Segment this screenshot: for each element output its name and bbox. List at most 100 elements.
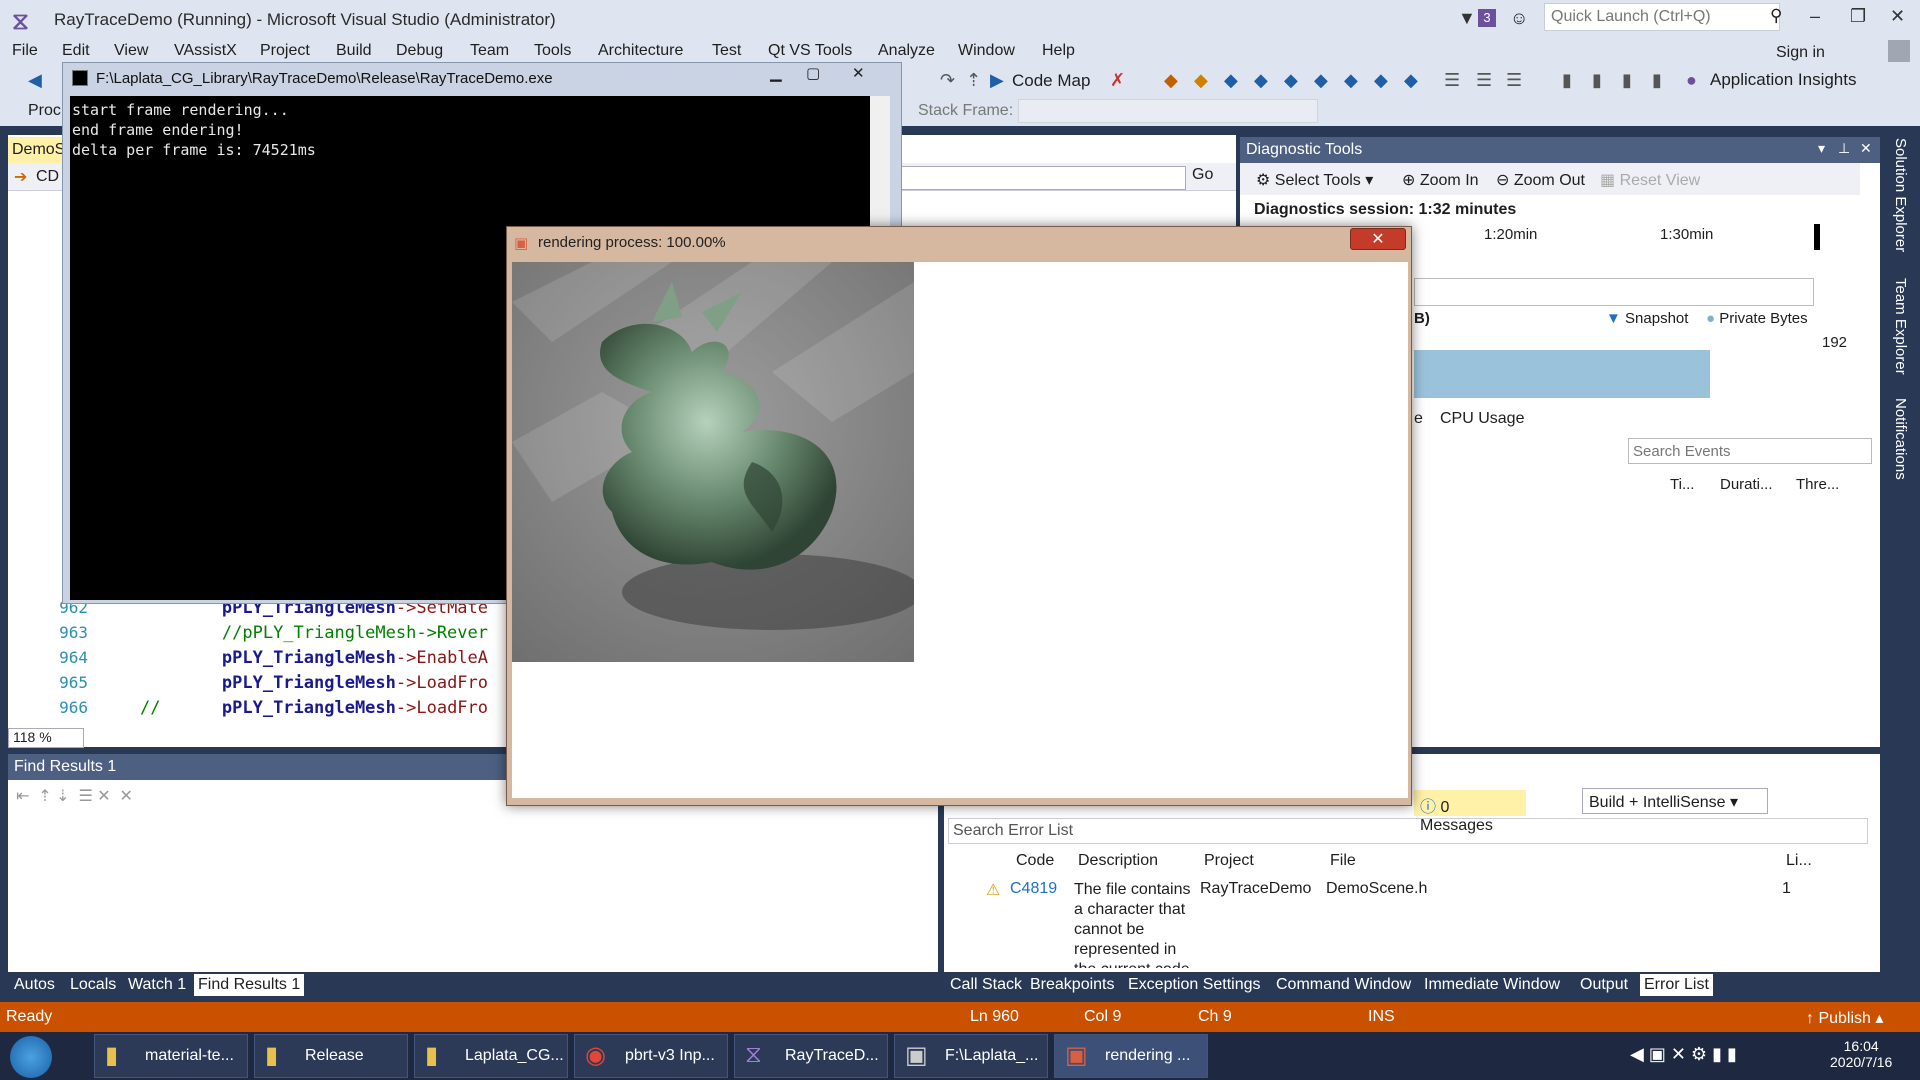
console-minimize-button[interactable]: ▁: [770, 64, 782, 82]
error-code-link[interactable]: C4819: [1010, 880, 1057, 898]
tool-icon[interactable]: ◆: [1314, 70, 1328, 91]
menu-qt-vs-tools[interactable]: Qt VS Tools: [768, 42, 852, 60]
menu-help[interactable]: Help: [1042, 42, 1075, 60]
taskbar-item[interactable]: ◉ pbrt-v3 Inp...: [574, 1034, 728, 1078]
code-map-button[interactable]: Code Map: [1012, 71, 1090, 91]
bookmark-next-icon[interactable]: ▮: [1622, 70, 1632, 91]
tool-icon[interactable]: ◆: [1284, 70, 1298, 91]
tab-call-stack[interactable]: Call Stack: [946, 974, 1026, 996]
menu-debug[interactable]: Debug: [396, 42, 443, 60]
notification-count-badge[interactable]: 3: [1478, 9, 1496, 27]
bookmark-clear-icon[interactable]: ▮: [1652, 70, 1662, 91]
tab-solution-explorer[interactable]: Solution Explorer: [1892, 138, 1909, 252]
events-timeline[interactable]: [1414, 278, 1814, 306]
stack-frame-dropdown[interactable]: [1018, 99, 1318, 123]
tool-icon[interactable]: ◆: [1224, 70, 1238, 91]
column-header-description[interactable]: Description: [1078, 852, 1158, 870]
zoom-dropdown[interactable]: 118 %: [8, 728, 84, 748]
menu-analyze[interactable]: Analyze: [878, 42, 935, 60]
build-filter-dropdown[interactable]: Build + IntelliSense ▾: [1582, 788, 1768, 814]
taskbar-item[interactable]: ⧖ RayTraceD...: [734, 1034, 888, 1078]
find-toolbar-icons[interactable]: ⇤ ⇡ ⇣ ☰ ✕ ✕: [16, 786, 133, 806]
tab-cpu-usage[interactable]: CPU Usage: [1440, 410, 1524, 428]
menu-vassistx[interactable]: VAssistX: [174, 42, 237, 60]
messages-filter-button[interactable]: ⓘ 0 Messages: [1414, 790, 1526, 834]
publish-button[interactable]: ↑ Publish ▴: [1806, 1008, 1883, 1028]
taskbar-item[interactable]: ▮ Release: [254, 1034, 408, 1078]
menu-edit[interactable]: Edit: [62, 42, 90, 60]
outdent-icon[interactable]: ☰: [1476, 70, 1492, 91]
restore-button[interactable]: ❐: [1850, 6, 1866, 27]
timeline-cursor[interactable]: [1814, 224, 1820, 250]
menu-window[interactable]: Window: [958, 42, 1015, 60]
code-map-icon[interactable]: ▶: [990, 70, 1004, 91]
indent-icon[interactable]: ☰: [1444, 70, 1460, 91]
tab-find-results-1[interactable]: Find Results 1: [194, 974, 305, 996]
code-line[interactable]: // pPLY_TriangleMesh->LoadFro: [140, 698, 488, 718]
minimize-button[interactable]: –: [1810, 6, 1820, 27]
column-header-project[interactable]: Project: [1204, 852, 1254, 870]
step-icon[interactable]: ⇡: [966, 70, 981, 91]
application-insights-button[interactable]: Application Insights: [1710, 70, 1856, 90]
lightbulb-icon[interactable]: ●: [1686, 70, 1697, 91]
zoom-in-button[interactable]: ⊕ Zoom In: [1402, 170, 1479, 190]
column-header-line[interactable]: Li...: [1786, 852, 1812, 870]
zoom-out-button[interactable]: ⊖ Zoom Out: [1496, 170, 1585, 190]
feedback-icon[interactable]: ☺: [1510, 8, 1528, 29]
sign-in-link[interactable]: Sign in: [1776, 44, 1825, 62]
clock[interactable]: 16:04 2020/7/16: [1830, 1038, 1892, 1070]
tool-icon[interactable]: ◆: [1404, 70, 1418, 91]
start-button[interactable]: [10, 1036, 52, 1078]
avatar[interactable]: [1888, 40, 1910, 62]
search-events-input[interactable]: Search Events: [1628, 438, 1872, 464]
tab-autos[interactable]: Autos: [10, 974, 59, 996]
reset-view-button[interactable]: ▦ Reset View: [1600, 170, 1700, 190]
column-header-thread[interactable]: Thre...: [1796, 476, 1839, 493]
tab-command-window[interactable]: Command Window: [1272, 974, 1415, 996]
comment-icon[interactable]: ☰: [1506, 70, 1522, 91]
bookmark-icon[interactable]: ▮: [1562, 70, 1572, 91]
tab-events[interactable]: e: [1414, 410, 1423, 428]
tab-locals[interactable]: Locals: [66, 974, 120, 996]
tab-notifications[interactable]: Notifications: [1892, 398, 1909, 480]
close-button[interactable]: ✕: [1890, 6, 1905, 27]
tab-error-list[interactable]: Error List: [1640, 974, 1713, 996]
rendering-close-button[interactable]: ✕: [1350, 228, 1406, 250]
quick-launch-input[interactable]: Quick Launch (Ctrl+Q): [1544, 3, 1780, 31]
panel-menu-icon[interactable]: ▾ ⊥ ✕: [1818, 758, 1857, 775]
taskbar-item[interactable]: ▮ Laplata_CG...: [414, 1034, 568, 1078]
column-header-code[interactable]: Code: [1016, 852, 1054, 870]
code-line[interactable]: //pPLY_TriangleMesh->Rever: [140, 623, 488, 643]
member-dropdown[interactable]: [900, 166, 1186, 190]
column-header-time[interactable]: Ti...: [1670, 476, 1694, 493]
tab-immediate-window[interactable]: Immediate Window: [1420, 974, 1564, 996]
tab-team-explorer[interactable]: Team Explorer: [1892, 278, 1909, 375]
redo-icon[interactable]: ↷: [940, 70, 955, 91]
system-tray-icons[interactable]: ◀ ▣ ✕ ⚙ ▮ ▮: [1630, 1044, 1737, 1065]
scope-dropdown[interactable]: CD: [36, 168, 59, 186]
code-line[interactable]: pPLY_TriangleMesh->LoadFro: [140, 673, 488, 693]
select-tools-button[interactable]: ⚙ Select Tools ▾: [1256, 170, 1373, 190]
tool-icon[interactable]: ◆: [1254, 70, 1268, 91]
tab-output[interactable]: Output: [1576, 974, 1632, 996]
console-maximize-button[interactable]: ▢: [806, 64, 820, 82]
taskbar-item[interactable]: ▣ rendering ...: [1054, 1034, 1208, 1078]
menu-build[interactable]: Build: [336, 42, 372, 60]
panel-menu-icon[interactable]: ▾: [1818, 140, 1825, 157]
menu-view[interactable]: View: [114, 42, 148, 60]
pin-icon[interactable]: ⊥: [1838, 140, 1850, 157]
menu-team[interactable]: Team: [470, 42, 509, 60]
taskbar-item[interactable]: ▣ F:\Laplata_...: [894, 1034, 1048, 1078]
search-icon[interactable]: ⚲: [1770, 6, 1782, 26]
column-header-file[interactable]: File: [1330, 852, 1356, 870]
close-icon[interactable]: ✕: [1860, 140, 1872, 157]
back-icon[interactable]: ◀: [28, 70, 42, 91]
menu-file[interactable]: File: [12, 42, 38, 60]
tab-exception-settings[interactable]: Exception Settings: [1124, 974, 1265, 996]
search-error-list-input[interactable]: Search Error List: [948, 818, 1868, 844]
editor-tab[interactable]: DemoS: [8, 137, 68, 163]
menu-architecture[interactable]: Architecture: [598, 42, 683, 60]
tab-breakpoints[interactable]: Breakpoints: [1026, 974, 1119, 996]
menu-project[interactable]: Project: [260, 42, 310, 60]
bookmark-prev-icon[interactable]: ▮: [1592, 70, 1602, 91]
